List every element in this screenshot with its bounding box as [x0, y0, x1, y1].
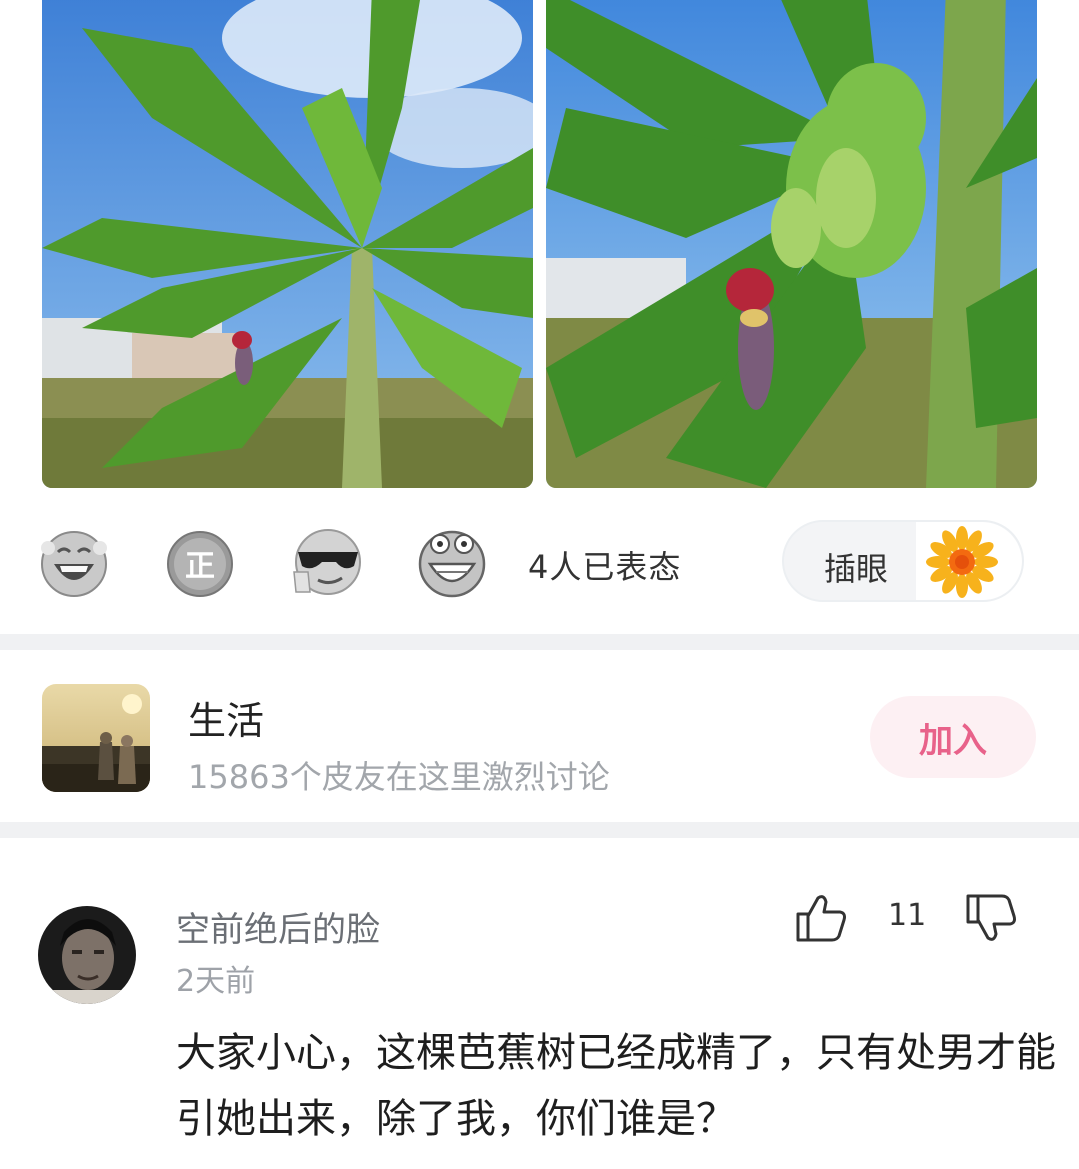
laughing-emoji-icon[interactable] — [38, 526, 110, 598]
comment-text: 大家小心，这棵芭蕉树已经成精了，只有处男才能引她出来，除了我，你们谁是？ — [176, 1030, 1056, 1142]
topic-name: 生活 — [188, 699, 265, 743]
bookmark-label: 插眼 — [824, 550, 889, 588]
thumbs-down-icon[interactable] — [964, 892, 1020, 944]
topic-card[interactable]: 生活 15863个皮友在这里激烈讨论 加入 — [0, 652, 1079, 822]
zheng-emoji-icon[interactable]: 正 — [164, 526, 236, 598]
topic-member-count: 15863个皮友在这里激烈讨论 — [188, 758, 610, 796]
comment-timestamp: 2天前 — [176, 964, 256, 999]
thumbs-up-icon[interactable] — [794, 892, 850, 944]
reactions-bar: 正 4人已表态 插眼 — [0, 518, 1079, 608]
sunglasses-emoji-icon[interactable] — [290, 526, 362, 598]
commenter-avatar[interactable] — [38, 906, 136, 1004]
post-photo-1[interactable] — [42, 0, 533, 488]
grinning-emoji-icon[interactable] — [416, 526, 488, 598]
sunflower-icon — [916, 522, 1022, 600]
commenter-name[interactable]: 空前绝后的脸 — [176, 902, 380, 951]
like-count: 11 — [888, 898, 927, 933]
reaction-count[interactable]: 4人已表态 — [528, 542, 681, 588]
topic-avatar — [42, 684, 150, 792]
bookmark-button[interactable]: 插眼 — [782, 520, 1024, 602]
svg-text:正: 正 — [185, 549, 215, 584]
section-divider — [0, 634, 1079, 650]
section-divider — [0, 822, 1079, 838]
comment-item: 空前绝后的脸 2天前 11 大家小心，这棵芭蕉树已经成精了，只有处男才能引她出来… — [0, 840, 1079, 1169]
post-photo-2[interactable] — [546, 0, 1037, 488]
photo-grid — [0, 0, 1079, 500]
join-button[interactable]: 加入 — [870, 696, 1036, 778]
